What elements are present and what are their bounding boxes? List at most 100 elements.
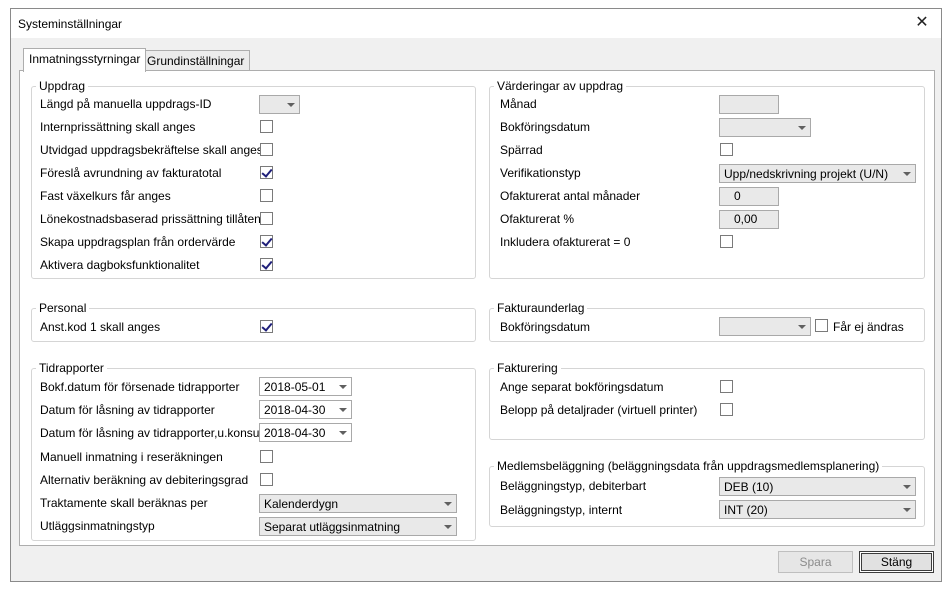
row-label: Ange separat bokföringsdatum [500, 380, 664, 394]
row-label: Verifikationstyp [500, 166, 581, 180]
verifikationstyp-select[interactable]: Upp/nedskrivning projekt (U/N) [719, 164, 916, 183]
group-legend: Uppdrag [36, 79, 89, 93]
row-label: Bokföringsdatum [500, 320, 591, 334]
combo-value: 2018-05-01 [264, 380, 326, 394]
traktamente-select[interactable]: Kalenderdygn [259, 494, 457, 513]
row-label: Bokföringsdatum [500, 120, 591, 134]
separat-bokforingsdatum-checkbox[interactable] [720, 380, 733, 393]
group-personal: Personal Anst.kod 1 skall anges [31, 301, 476, 342]
manad-input[interactable] [719, 95, 779, 114]
row-label: Manuell inmatning i reseräkningen [40, 450, 223, 464]
combo-value: Kalenderdygn [264, 497, 339, 511]
lonekostnad-checkbox[interactable] [260, 212, 273, 225]
group-uppdrag: Uppdrag Längd på manuella uppdrags-ID In… [31, 79, 476, 279]
utvidgad-bekraftelse-checkbox[interactable] [260, 143, 273, 156]
tab-grundinstallningar[interactable]: Grundinställningar [141, 50, 251, 72]
row-label: Spärrad [500, 143, 543, 157]
row-label: Fast växelkurs får anges [40, 189, 171, 203]
chevron-down-icon [339, 385, 347, 389]
uppdragsplan-checkbox[interactable] [260, 235, 273, 248]
group-legend: Personal [36, 301, 90, 315]
group-tidrapporter: Tidrapporter Bokf.datum för försenade ti… [31, 361, 476, 541]
chevron-down-icon [903, 172, 911, 176]
row-label: Datum för låsning av tidrapporter [40, 403, 215, 417]
manuell-inmatning-checkbox[interactable] [260, 450, 273, 463]
group-legend: Medlemsbeläggning (beläggningsdata från … [494, 459, 883, 473]
chevron-down-icon [444, 502, 452, 506]
combo-value: INT (20) [724, 503, 768, 517]
lasning-konsult-date-picker[interactable]: 2018-04-30 [259, 423, 352, 442]
belaggningstyp-debiterbart-select[interactable]: DEB (10) [719, 477, 916, 496]
chevron-down-icon [287, 103, 295, 107]
alternativ-berakning-checkbox[interactable] [260, 473, 273, 486]
close-button[interactable]: Stäng [859, 551, 934, 573]
group-fakturaunderlag: Fakturaunderlag Bokföringsdatum Får ej ä… [489, 301, 925, 342]
close-icon[interactable]: ✕ [909, 11, 935, 35]
row-label: Beläggningstyp, internt [500, 503, 623, 517]
row-label: Lönekostnadsbaserad prissättning tillåte… [40, 212, 261, 226]
group-legend: Fakturaunderlag [494, 301, 588, 315]
anstkod-checkbox[interactable] [260, 320, 273, 333]
save-button[interactable]: Spara [778, 551, 853, 573]
chevron-down-icon [444, 525, 452, 529]
row-label: Skapa uppdragsplan från ordervärde [40, 235, 236, 249]
row-label: Utläggsinmatningstyp [40, 519, 155, 533]
row-label: Traktamente skall beräknas per [40, 496, 208, 510]
group-legend: Tidrapporter [36, 361, 107, 375]
combo-value: 2018-04-30 [264, 426, 326, 440]
row-label: Belopp på detaljrader (virtuell printer) [500, 403, 698, 417]
belaggningstyp-internt-select[interactable]: INT (20) [719, 500, 916, 519]
tab-inmatningsstyrningar[interactable]: Inmatningsstyrningar [23, 48, 147, 72]
fakturaunderlag-bokforingsdatum-combo[interactable] [719, 317, 811, 336]
sparrad-checkbox[interactable] [720, 143, 733, 156]
row-label: Beläggningstyp, debiterbart [500, 479, 647, 493]
bokforingsdatum-combo[interactable] [719, 118, 811, 137]
ofakturerat-procent-input[interactable]: 0,00 [719, 210, 779, 229]
combo-value: 2018-04-30 [264, 403, 326, 417]
row-label: Utvidgad uppdragsbekräftelse skall anges [40, 143, 263, 157]
chevron-down-icon [903, 485, 911, 489]
row-label: Föreslå avrundning av fakturatotal [40, 166, 222, 180]
far-ej-andras-checkbox[interactable] [815, 319, 828, 332]
group-legend: Fakturering [494, 361, 561, 375]
row-label: Bokf.datum för försenade tidrapporter [40, 380, 240, 394]
row-label: Aktivera dagboksfunktionalitet [40, 258, 200, 272]
row-label: Internprissättning skall anges [40, 120, 196, 134]
ofakturerat-manader-input[interactable]: 0 [719, 187, 779, 206]
chevron-down-icon [798, 325, 806, 329]
settings-window: Systeminställningar ✕ Inmatningsstyrning… [10, 8, 942, 582]
row-label: Ofakturerat antal månader [500, 189, 641, 203]
fast-vaxelkurs-checkbox[interactable] [260, 189, 273, 202]
belopp-detaljrader-checkbox[interactable] [720, 403, 733, 416]
group-legend: Värderingar av uppdrag [494, 79, 627, 93]
chevron-down-icon [903, 508, 911, 512]
avrundning-checkbox[interactable] [260, 166, 273, 179]
combo-value: DEB (10) [724, 480, 774, 494]
chevron-down-icon [798, 126, 806, 130]
inkludera-ofakturerat-checkbox[interactable] [720, 235, 733, 248]
group-fakturering: Fakturering Ange separat bokföringsdatum… [489, 361, 925, 440]
utlaggsinmatning-select[interactable]: Separat utläggsinmatning [259, 517, 457, 536]
row-label: Längd på manuella uppdrags-ID [40, 97, 212, 111]
row-label: Inkludera ofakturerat = 0 [500, 235, 631, 249]
lasning-date-picker[interactable]: 2018-04-30 [259, 400, 352, 419]
combo-value: Upp/nedskrivning projekt (U/N) [724, 167, 889, 181]
bokf-datum-date-picker[interactable]: 2018-05-01 [259, 377, 352, 396]
row-label: Alternativ beräkning av debiteringsgrad [40, 473, 249, 487]
group-medlemsbelaggning: Medlemsbeläggning (beläggningsdata från … [489, 459, 925, 527]
row-label: Anst.kod 1 skall anges [40, 320, 161, 334]
row-label: Datum för låsning av tidrapporter,u.kons… [40, 426, 266, 440]
title-bar: Systeminställningar ✕ [11, 9, 941, 38]
row-label: Månad [500, 97, 537, 111]
window-title: Systeminställningar [18, 17, 123, 31]
chevron-down-icon [339, 431, 347, 435]
uppdrag-id-length-combo[interactable] [259, 95, 300, 114]
far-ej-andras-label: Får ej ändras [833, 320, 904, 334]
row-label: Ofakturerat % [500, 212, 575, 226]
dagbok-checkbox[interactable] [260, 258, 273, 271]
chevron-down-icon [339, 408, 347, 412]
tab-panel: Uppdrag Längd på manuella uppdrags-ID In… [19, 70, 935, 546]
group-varderingar: Värderingar av uppdrag Månad Bokföringsd… [489, 79, 925, 279]
combo-value: Separat utläggsinmatning [264, 520, 401, 534]
internprissattning-checkbox[interactable] [260, 120, 273, 133]
